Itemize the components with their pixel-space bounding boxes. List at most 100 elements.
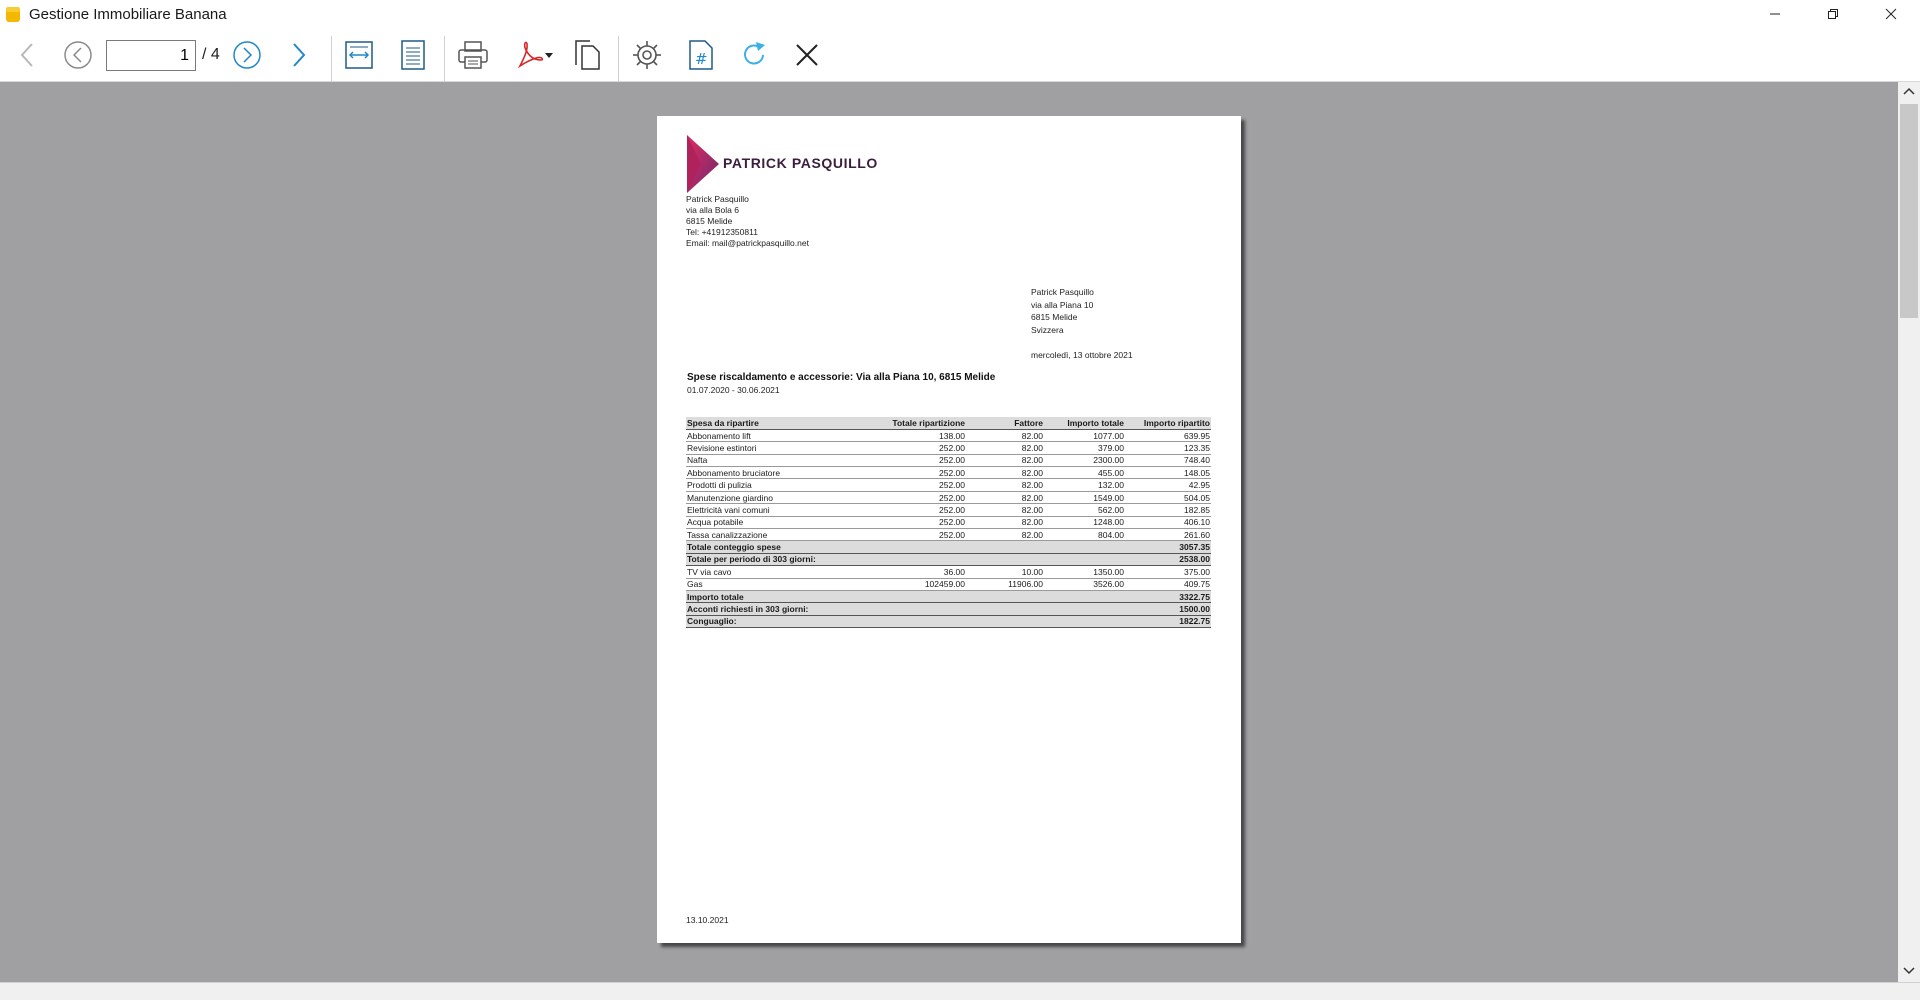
table-cell: 804.00	[1044, 528, 1125, 542]
table-cell: 375.00	[1125, 565, 1211, 579]
fit-page-icon	[401, 40, 425, 70]
table-cell: 3057.35	[1125, 540, 1211, 554]
sender-address: Patrick Pasquillo via alla Bola 6 6815 M…	[686, 194, 809, 249]
table-cell: 82.00	[966, 454, 1044, 468]
restore-icon	[1828, 9, 1838, 19]
table-cell: 10.00	[966, 565, 1044, 579]
page-number-button[interactable]: #	[684, 28, 718, 82]
table-row: Prodotti di pulizia 252.00 82.00 132.00 42.9…	[686, 478, 1211, 492]
table-cell: 1549.00	[1044, 491, 1125, 505]
total-row: Totale conteggio spese 3057.35	[686, 540, 1211, 554]
table-cell: 2300.00	[1044, 454, 1125, 468]
table-cell: 3526.00	[1044, 578, 1125, 591]
table-cell: 138.00	[846, 429, 966, 443]
table-cell: Elettricità vani comuni	[686, 503, 846, 517]
table-cell: Abbonamento bruciatore	[686, 466, 846, 480]
table-cell: 82.00	[966, 466, 1044, 480]
page-number-icon: #	[689, 40, 713, 70]
minimize-button[interactable]	[1746, 0, 1804, 28]
table-cell: 379.00	[1044, 441, 1125, 455]
table-cell: Totale per periodo di 303 giorni:	[686, 553, 846, 567]
table-row: Acqua potabile 252.00 82.00 1248.00 406.10	[686, 516, 1211, 530]
forward-icon	[293, 43, 306, 67]
column-header: Spesa da ripartire	[686, 417, 846, 430]
restore-button[interactable]	[1804, 0, 1862, 28]
fit-width-icon	[345, 41, 373, 69]
column-header: Importo ripartito	[1125, 417, 1211, 430]
close-window-icon	[1885, 8, 1897, 20]
previous-page-button[interactable]	[61, 28, 95, 82]
table-cell: 1077.00	[1044, 429, 1125, 443]
total-row: Conguaglio: 1822.75	[686, 615, 1211, 629]
table-cell	[846, 540, 966, 554]
total-row: Importo totale 3322.75	[686, 590, 1211, 604]
document-period: 01.07.2020 - 30.06.2021	[687, 385, 780, 395]
table-cell: 409.75	[1125, 578, 1211, 591]
table-cell	[846, 602, 966, 616]
document-date: mercoledì, 13 ottobre 2021	[1031, 350, 1133, 360]
table-cell	[966, 615, 1044, 629]
toolbar-separator	[618, 36, 619, 86]
close-preview-button[interactable]	[791, 28, 823, 82]
table-row: Revisione estintori 252.00 82.00 379.00 123.…	[686, 441, 1211, 455]
table-cell: 82.00	[966, 491, 1044, 505]
table-row: Elettricità vani comuni 252.00 82.00 562.00…	[686, 503, 1211, 517]
table-cell	[846, 590, 966, 604]
close-window-button[interactable]	[1862, 0, 1920, 28]
settings-button[interactable]	[630, 28, 664, 82]
recipient-line: via alla Piana 10	[1031, 299, 1094, 310]
page-total-label: / 4	[202, 46, 220, 63]
recipient-address: Patrick Pasquillo via alla Piana 10 6815…	[1031, 286, 1094, 336]
print-button[interactable]	[456, 28, 490, 82]
table-cell: 504.05	[1125, 491, 1211, 505]
company-name: PATRICK PASQUILLO	[723, 155, 878, 171]
table-cell: 1350.00	[1044, 565, 1125, 579]
scroll-up-icon[interactable]	[1903, 86, 1915, 96]
forward-button[interactable]	[284, 28, 314, 82]
document-page: PATRICK PASQUILLO Patrick Pasquillo via …	[657, 116, 1241, 943]
toolbar-separator	[444, 36, 445, 86]
status-bar	[0, 982, 1920, 1000]
sender-line: Patrick Pasquillo	[686, 194, 749, 204]
back-button[interactable]	[12, 28, 42, 82]
scrollbar-thumb[interactable]	[1900, 104, 1918, 318]
pdf-export-button[interactable]	[510, 28, 558, 82]
table-cell	[1044, 615, 1125, 629]
fit-width-button[interactable]	[343, 28, 375, 82]
table-cell: Acconti richiesti in 303 giorni:	[686, 602, 846, 616]
table-cell: 252.00	[846, 441, 966, 455]
table-cell: 252.00	[846, 516, 966, 530]
refresh-button[interactable]	[737, 28, 771, 82]
close-icon	[796, 44, 818, 66]
table-cell: 1822.75	[1125, 615, 1211, 629]
banana-app-icon	[6, 7, 20, 22]
page-number-input[interactable]	[106, 40, 196, 71]
recipient-line: 6815 Melide	[1031, 312, 1078, 322]
table-row: Manutenzione giardino 252.00 82.00 1549.00 5…	[686, 491, 1211, 505]
table-cell: 1248.00	[1044, 516, 1125, 530]
table-cell: 455.00	[1044, 466, 1125, 480]
table-cell	[846, 615, 966, 629]
sender-line: Email: mail@patrickpasquillo.net	[686, 238, 809, 248]
table-cell: 252.00	[846, 454, 966, 468]
preview-area[interactable]: PATRICK PASQUILLO Patrick Pasquillo via …	[0, 82, 1898, 982]
table-cell: Tassa canalizzazione	[686, 528, 846, 542]
table-cell: Revisione estintori	[686, 441, 846, 455]
table-cell	[1044, 590, 1125, 604]
table-row: TV via cavo 36.00 10.00 1350.00 375.00	[686, 565, 1211, 579]
table-cell: 36.00	[846, 565, 966, 579]
copy-icon	[575, 40, 600, 70]
table-cell: Totale conteggio spese	[686, 540, 846, 554]
recipient-line: Patrick Pasquillo	[1031, 287, 1094, 297]
fit-page-button[interactable]	[397, 28, 429, 82]
copy-button[interactable]	[570, 28, 604, 82]
next-page-button[interactable]	[230, 28, 264, 82]
table-cell	[966, 602, 1044, 616]
table-cell: 123.35	[1125, 441, 1211, 455]
table-row: Nafta 252.00 82.00 2300.00 748.40	[686, 454, 1211, 468]
minimize-icon	[1770, 13, 1780, 15]
scroll-down-icon[interactable]	[1903, 966, 1915, 976]
table-cell: 182.85	[1125, 503, 1211, 517]
table-cell: 42.95	[1125, 478, 1211, 492]
back-icon	[20, 43, 33, 67]
